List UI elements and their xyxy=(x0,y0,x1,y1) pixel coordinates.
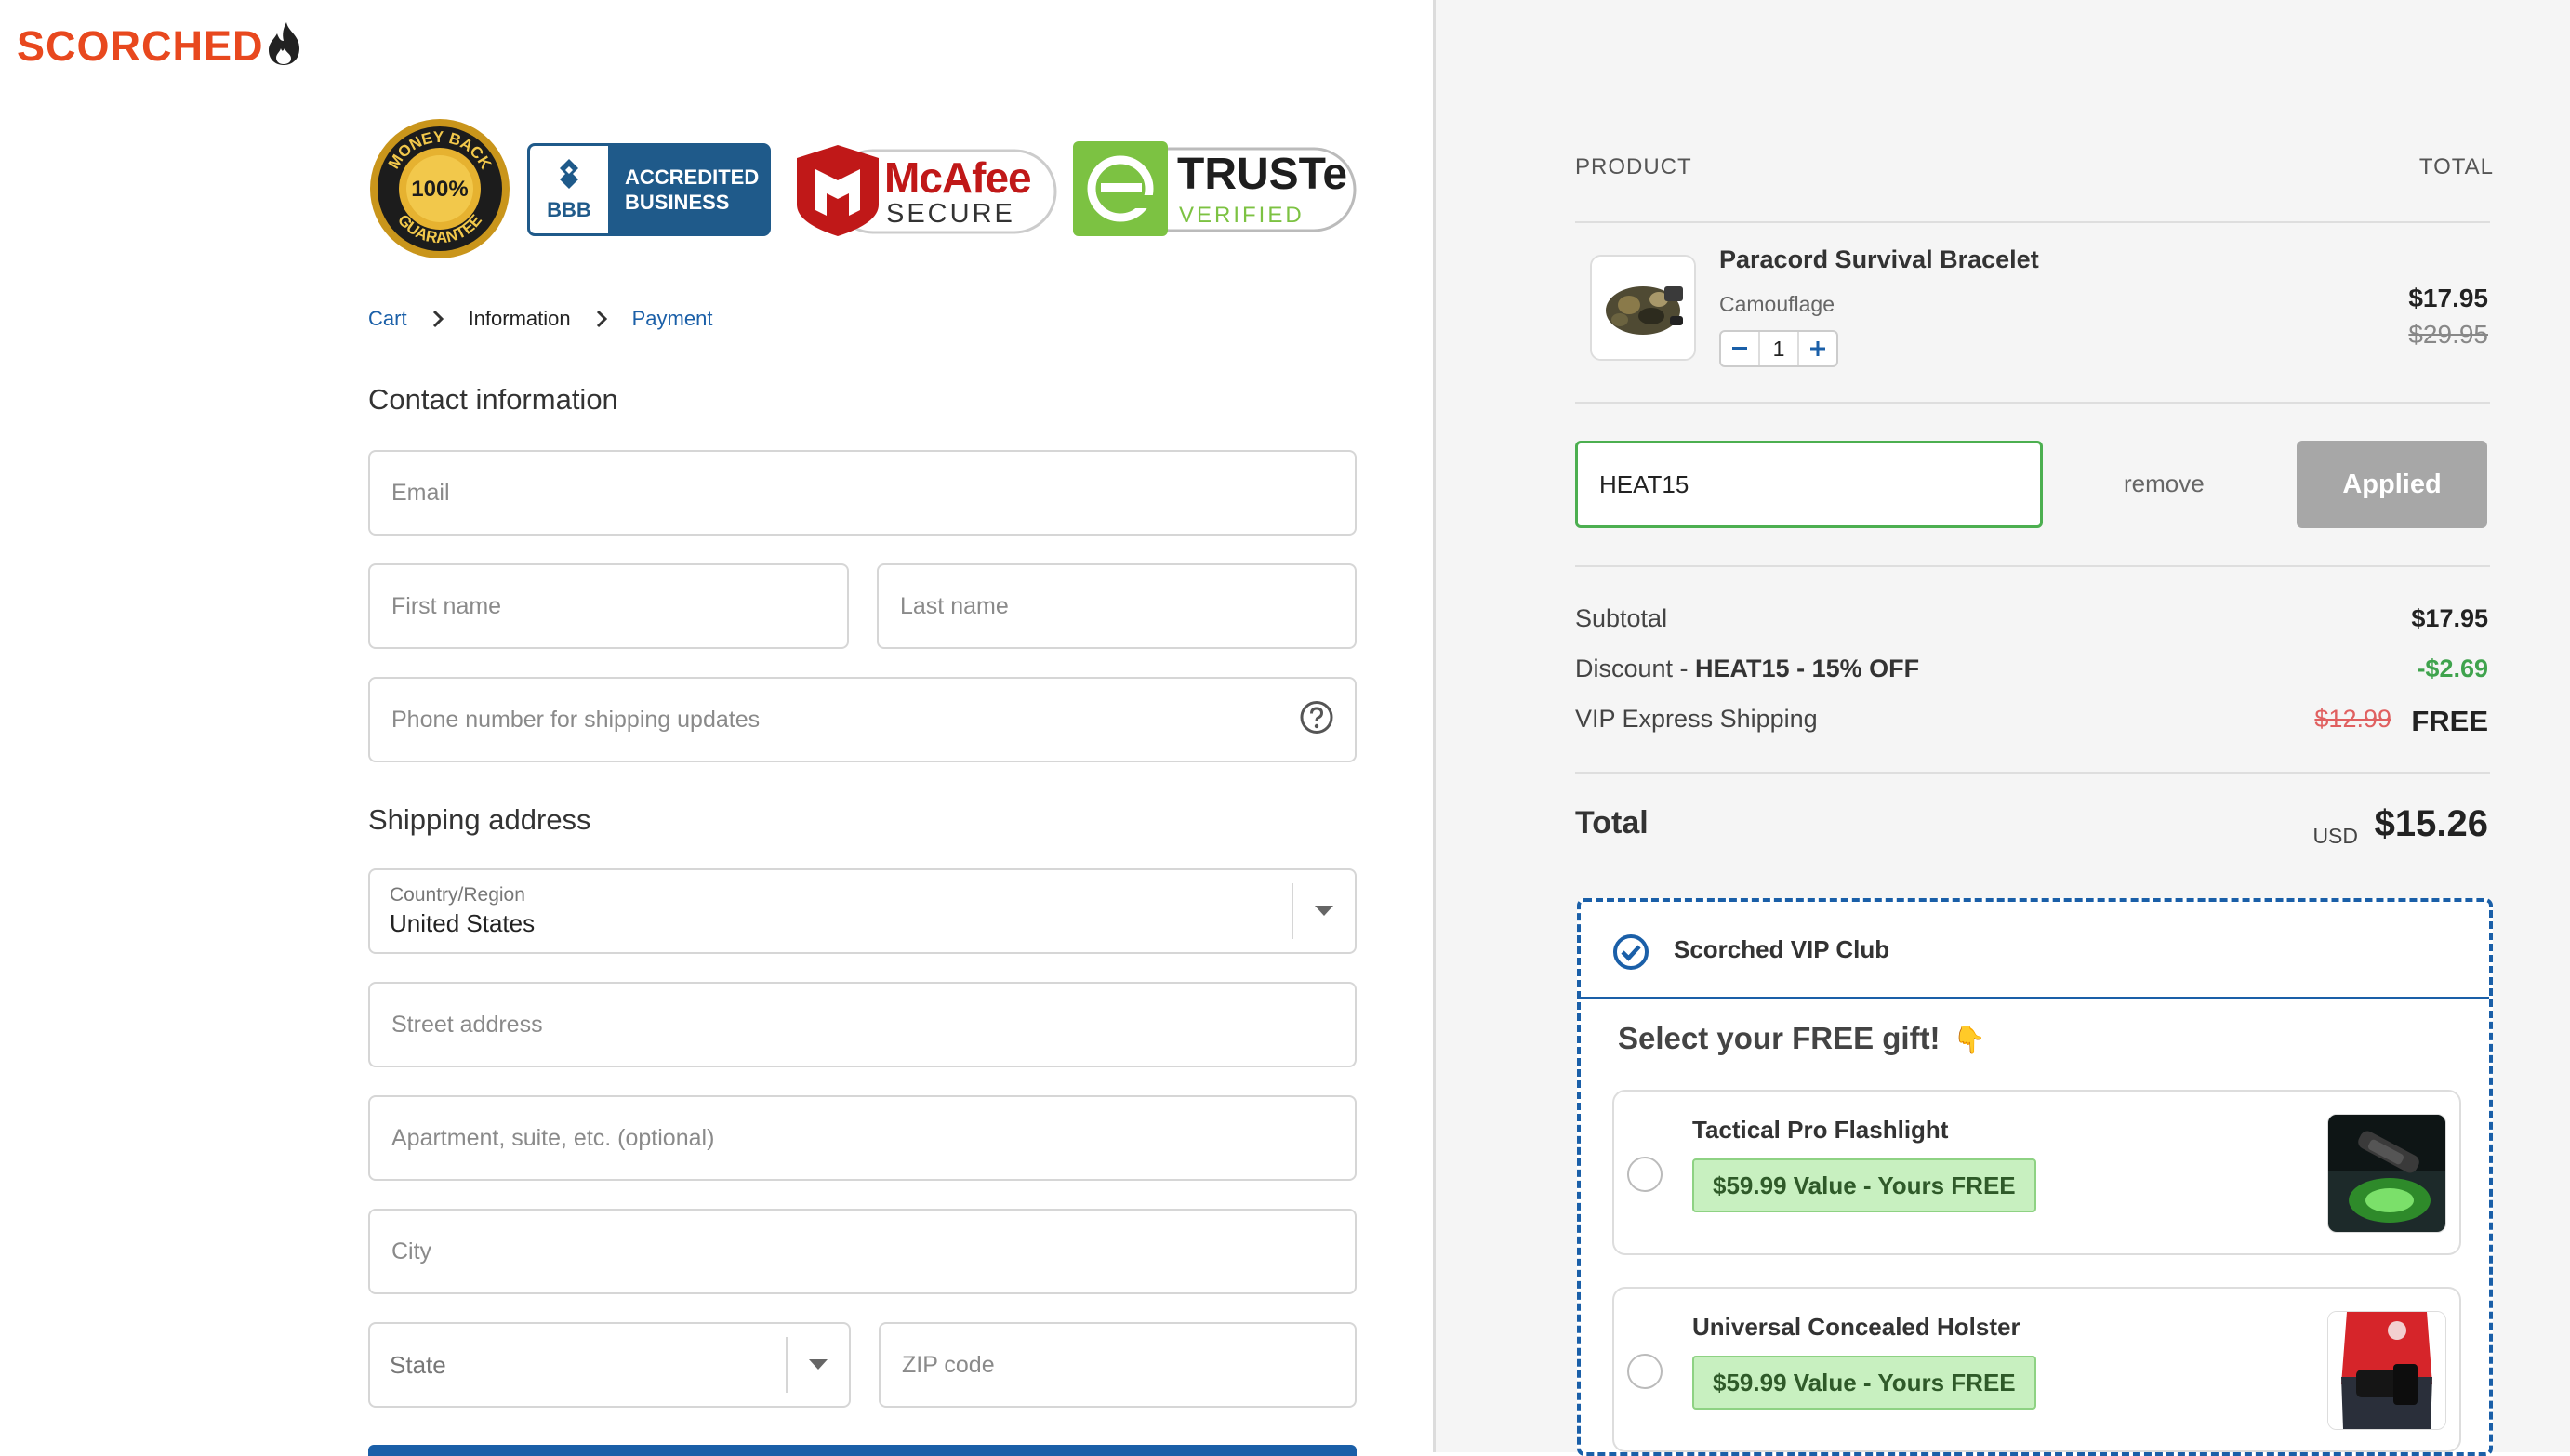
quantity-value[interactable]: 1 xyxy=(1758,332,1799,365)
apartment-input[interactable] xyxy=(390,1123,1335,1153)
zip-code-field[interactable] xyxy=(879,1322,1357,1408)
total-label: Total xyxy=(1575,805,1649,841)
city-input[interactable] xyxy=(390,1237,1335,1266)
holster-product-image xyxy=(2327,1311,2446,1430)
shipping-value: FREE xyxy=(2411,705,2488,737)
money-back-guarantee-badge: MONEY BACK GUARANTEE 100% xyxy=(368,117,511,265)
phone-input[interactable] xyxy=(390,705,1335,735)
breadcrumb-payment-link[interactable]: Payment xyxy=(632,307,713,331)
first-name-field[interactable] xyxy=(368,563,849,649)
first-name-input[interactable] xyxy=(390,591,828,621)
shipping-old-price: $12.99 xyxy=(2314,705,2391,733)
badge-center-text: 100% xyxy=(411,177,468,202)
country-label: Country/Region xyxy=(390,884,525,906)
contact-heading: Contact information xyxy=(368,383,618,416)
street-address-field[interactable] xyxy=(368,982,1357,1067)
product-compare-price: $29.95 xyxy=(2408,320,2488,349)
product-title: Paracord Survival Bracelet xyxy=(1719,245,2039,273)
minus-icon[interactable] xyxy=(1721,332,1758,365)
question-circle-icon[interactable] xyxy=(1299,700,1334,740)
vip-club-header[interactable]: Scorched VIP Club xyxy=(1581,902,2489,999)
apartment-field[interactable] xyxy=(368,1095,1357,1181)
last-name-input[interactable] xyxy=(898,591,1335,621)
street-address-input[interactable] xyxy=(390,1010,1335,1039)
product-column-header: PRODUCT xyxy=(1575,154,1692,179)
discount-code-input[interactable] xyxy=(1597,469,2020,500)
bbb-label: BBB xyxy=(547,198,591,221)
checkout-form-column: SCORCHED MONEY BACK GUARANTEE 100% BBB A… xyxy=(0,0,1433,1456)
total-value: $15.26 xyxy=(2374,803,2488,844)
country-value: United States xyxy=(390,909,536,937)
gift-heading-text: Select your FREE gift! xyxy=(1618,1021,1941,1055)
truste-sub: VERIFIED xyxy=(1179,203,1305,228)
email-field[interactable] xyxy=(368,450,1357,536)
city-field[interactable] xyxy=(368,1209,1357,1294)
remove-discount-link[interactable]: remove xyxy=(2124,470,2205,498)
last-name-field[interactable] xyxy=(877,563,1357,649)
truste-name: TRUSTe xyxy=(1177,150,1348,199)
bbb-accredited-badge: BBB ACCREDITED BUSINESS xyxy=(527,143,771,236)
caret-down-icon[interactable] xyxy=(786,1337,849,1393)
product-variant: Camouflage xyxy=(1719,292,1835,316)
chevron-right-icon xyxy=(431,309,444,329)
state-label: State xyxy=(390,1350,446,1379)
truste-verified-badge: TRUSTe VERIFIED xyxy=(1073,141,1358,236)
total-currency: USD xyxy=(2312,824,2358,848)
divider xyxy=(1575,772,2490,774)
gift-value-badge: $59.99 Value - Yours FREE xyxy=(1692,1158,2036,1212)
gift-radio[interactable] xyxy=(1627,1157,1663,1192)
discount-value: -$2.69 xyxy=(2417,655,2488,682)
bbb-torch-icon xyxy=(560,159,578,189)
flashlight-product-image xyxy=(2327,1114,2446,1233)
caret-down-icon[interactable] xyxy=(1292,883,1355,939)
check-circle-icon[interactable] xyxy=(1612,933,1649,975)
discount-code-field[interactable] xyxy=(1575,441,2043,528)
brand-name: SCORCHED xyxy=(17,21,264,70)
gift-option-card[interactable]: Tactical Pro Flashlight $59.99 Value - Y… xyxy=(1612,1090,2461,1255)
gift-heading: Select your FREE gift! 👇 xyxy=(1618,1021,1985,1056)
bbb-line2: BUSINESS xyxy=(625,191,730,214)
applied-button[interactable]: Applied xyxy=(2297,441,2487,528)
divider xyxy=(1575,565,2490,567)
flame-icon xyxy=(266,20,303,72)
breadcrumb: Cart Information Payment xyxy=(368,307,712,331)
pointing-down-icon: 👇 xyxy=(1953,1026,1986,1054)
discount-row-label: Discount - HEAT15 - 15% OFF xyxy=(1575,655,1919,683)
product-price: $17.95 xyxy=(2408,284,2488,312)
quantity-stepper: 1 xyxy=(1719,330,1838,367)
total-column-header: TOTAL xyxy=(2418,154,2494,179)
discount-label: Discount - xyxy=(1575,655,1696,682)
mcafee-name: McAfee xyxy=(884,153,1032,202)
plus-icon[interactable] xyxy=(1799,332,1836,365)
gift-name: Universal Concealed Holster xyxy=(1692,1313,2020,1341)
chevron-right-icon xyxy=(595,309,608,329)
breadcrumb-information: Information xyxy=(468,307,571,330)
mcafee-sub: SECURE xyxy=(886,199,1015,229)
zip-code-input[interactable] xyxy=(900,1350,1335,1380)
continue-button[interactable] xyxy=(368,1445,1357,1456)
phone-field[interactable] xyxy=(368,677,1357,762)
state-select[interactable]: State xyxy=(368,1322,851,1408)
subtotal-value: $17.95 xyxy=(2411,604,2488,632)
product-image xyxy=(1590,255,1696,361)
brand-logo[interactable]: SCORCHED xyxy=(17,20,303,72)
divider xyxy=(1575,402,2490,404)
breadcrumb-cart-link[interactable]: Cart xyxy=(368,307,407,331)
vip-club-panel: Scorched VIP Club Select your FREE gift!… xyxy=(1577,898,2493,1456)
mcafee-secure-badge: McAfee SECURE xyxy=(795,145,1059,236)
gift-value-badge: $59.99 Value - Yours FREE xyxy=(1692,1356,2036,1410)
subtotal-label: Subtotal xyxy=(1575,604,1668,632)
order-summary-column: PRODUCT TOTAL Paracord Survival Bracelet… xyxy=(1433,0,2570,1456)
email-input[interactable] xyxy=(390,478,1335,508)
vip-club-title: Scorched VIP Club xyxy=(1674,935,1890,963)
discount-code-label: HEAT15 - 15% OFF xyxy=(1695,655,1920,682)
divider xyxy=(1575,221,2490,223)
gift-radio[interactable] xyxy=(1627,1354,1663,1389)
shipping-label: VIP Express Shipping xyxy=(1575,705,1818,733)
gift-name: Tactical Pro Flashlight xyxy=(1692,1116,1949,1144)
shipping-heading: Shipping address xyxy=(368,803,591,836)
bbb-line1: ACCREDITED xyxy=(625,165,760,189)
gift-option-card[interactable]: Universal Concealed Holster $59.99 Value… xyxy=(1612,1287,2461,1452)
country-select[interactable]: Country/Region United States xyxy=(368,868,1357,954)
